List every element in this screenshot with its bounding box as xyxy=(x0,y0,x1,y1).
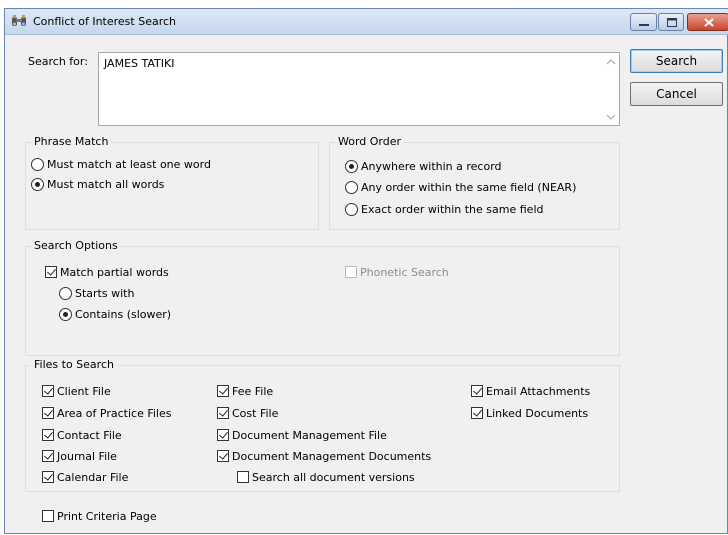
search-input-value: JAMES TATIKI xyxy=(104,57,175,70)
dialog-content: Search for: JAMES TATIKI Search Cancel P… xyxy=(5,36,728,535)
checkbox-match-partial-words[interactable]: Match partial words xyxy=(45,266,169,282)
checkbox-calendar-file[interactable]: Calendar File xyxy=(42,471,128,487)
checkbox-icon xyxy=(42,385,54,397)
checkbox-document-management-documents[interactable]: Document Management Documents xyxy=(217,450,431,466)
checkbox-contact-file[interactable]: Contact File xyxy=(42,429,122,445)
scroll-down-icon[interactable] xyxy=(606,113,616,121)
conflict-search-window: Conflict of Interest Search Search for: … xyxy=(4,8,728,534)
phrase-match-group: Phrase Match Must match at least one wor… xyxy=(25,135,319,230)
radio-exact-order[interactable]: Exact order within the same field xyxy=(345,203,543,219)
radio-button-icon xyxy=(345,160,358,173)
maximize-button[interactable] xyxy=(658,13,684,31)
radio-any-order-near[interactable]: Any order within the same field (NEAR) xyxy=(345,181,576,197)
cancel-button[interactable]: Cancel xyxy=(630,82,723,106)
checkbox-icon xyxy=(45,266,57,278)
minimize-button[interactable] xyxy=(630,13,657,31)
checkbox-icon xyxy=(217,385,229,397)
word-order-title: Word Order xyxy=(335,135,405,148)
scroll-up-icon[interactable] xyxy=(606,58,616,66)
checkbox-client-file[interactable]: Client File xyxy=(42,385,111,401)
checkbox-icon xyxy=(217,429,229,441)
phrase-match-title: Phrase Match xyxy=(31,135,112,148)
window-title: Conflict of Interest Search xyxy=(33,15,176,28)
search-options-title: Search Options xyxy=(31,239,121,252)
checkbox-document-management-file[interactable]: Document Management File xyxy=(217,429,387,445)
radio-button-icon xyxy=(59,308,72,321)
close-icon xyxy=(704,18,714,27)
checkbox-search-all-document-versions[interactable]: Search all document versions xyxy=(237,471,415,487)
checkbox-icon xyxy=(42,450,54,462)
radio-match-one-word[interactable]: Must match at least one word xyxy=(31,158,211,174)
checkbox-journal-file[interactable]: Journal File xyxy=(42,450,117,466)
checkbox-cost-file[interactable]: Cost File xyxy=(217,407,278,423)
close-button[interactable] xyxy=(687,13,728,31)
search-button[interactable]: Search xyxy=(630,49,723,73)
radio-button-icon xyxy=(31,158,44,171)
radio-button-icon xyxy=(59,287,72,300)
radio-contains[interactable]: Contains (slower) xyxy=(59,308,171,324)
binoculars-icon xyxy=(11,14,27,28)
checkbox-icon xyxy=(42,429,54,441)
checkbox-print-criteria-page[interactable]: Print Criteria Page xyxy=(42,510,157,526)
title-bar[interactable]: Conflict of Interest Search xyxy=(5,9,728,35)
word-order-group: Word Order Anywhere within a record Any … xyxy=(329,135,620,230)
search-input[interactable]: JAMES TATIKI xyxy=(98,52,620,126)
checkbox-linked-documents[interactable]: Linked Documents xyxy=(471,407,588,423)
radio-button-icon xyxy=(345,203,358,216)
checkbox-icon xyxy=(42,510,54,522)
radio-button-icon xyxy=(345,181,358,194)
checkbox-phonetic-search[interactable]: Phonetic Search xyxy=(345,266,449,282)
radio-button-icon xyxy=(31,178,44,191)
files-to-search-group: Files to Search Client File Area of Prac… xyxy=(25,358,620,492)
checkbox-email-attachments[interactable]: Email Attachments xyxy=(471,385,590,401)
checkbox-icon xyxy=(237,471,249,483)
checkbox-icon xyxy=(345,266,357,278)
radio-match-all-words[interactable]: Must match all words xyxy=(31,178,164,194)
checkbox-icon xyxy=(471,385,483,397)
checkbox-icon xyxy=(217,450,229,462)
checkbox-icon xyxy=(471,407,483,419)
search-options-group: Search Options Match partial words Start… xyxy=(25,239,620,356)
search-for-label: Search for: xyxy=(28,55,88,68)
checkbox-icon xyxy=(42,407,54,419)
files-to-search-title: Files to Search xyxy=(31,358,117,371)
radio-starts-with[interactable]: Starts with xyxy=(59,287,134,303)
checkbox-fee-file[interactable]: Fee File xyxy=(217,385,273,401)
radio-anywhere-in-record[interactable]: Anywhere within a record xyxy=(345,160,502,176)
checkbox-area-of-practice-files[interactable]: Area of Practice Files xyxy=(42,407,171,423)
checkbox-icon xyxy=(42,471,54,483)
checkbox-icon xyxy=(217,407,229,419)
